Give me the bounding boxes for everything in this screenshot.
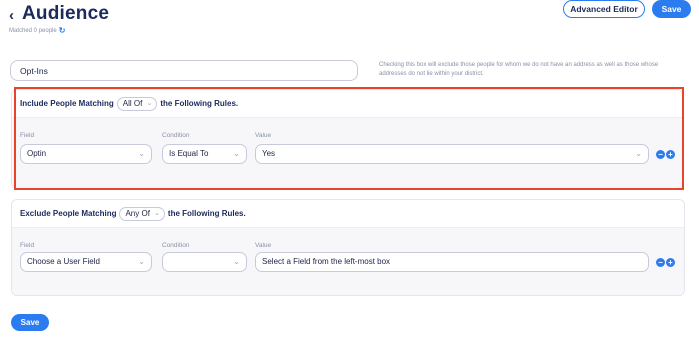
plus-circle-icon[interactable]: + bbox=[666, 150, 675, 159]
exclude-match-select[interactable]: Any Of ⌄ bbox=[119, 206, 165, 221]
advanced-editor-button[interactable]: Advanced Editor bbox=[563, 0, 645, 18]
include-rules-body: Field Condition Value Optin ⌄ Is Equal T… bbox=[12, 118, 682, 188]
include-condition-value: Is Equal To bbox=[169, 149, 209, 158]
plus-circle-icon[interactable]: + bbox=[666, 258, 675, 267]
minus-circle-icon[interactable]: − bbox=[656, 258, 665, 267]
field-label: Field bbox=[20, 242, 35, 249]
chevron-down-icon: ⌄ bbox=[138, 257, 145, 266]
audience-name-input[interactable] bbox=[10, 60, 358, 81]
chevron-down-icon: ⌄ bbox=[233, 149, 240, 158]
exclude-match-value: Any Of bbox=[125, 208, 150, 218]
minus-circle-icon[interactable]: − bbox=[656, 150, 665, 159]
include-field-value: Optin bbox=[27, 149, 47, 158]
exclude-prefix: Exclude People Matching bbox=[20, 209, 117, 218]
save-button-top[interactable]: Save bbox=[652, 0, 691, 18]
matched-count: Matched 0 people ↻ bbox=[9, 27, 66, 35]
condition-label: Condition bbox=[162, 132, 190, 139]
exclude-suffix: the Following Rules. bbox=[167, 209, 246, 218]
include-match-value: All Of bbox=[122, 98, 143, 108]
field-label: Field bbox=[20, 132, 35, 139]
include-prefix: Include People Matching bbox=[20, 99, 114, 108]
value-label: Value bbox=[255, 132, 272, 139]
include-suffix: the Following Rules. bbox=[160, 99, 239, 108]
include-rules-heading: Include People Matching All Of ⌄ the Fol… bbox=[12, 90, 682, 118]
include-field-select[interactable]: Optin ⌄ bbox=[20, 144, 152, 164]
include-value-value: Yes bbox=[262, 149, 276, 158]
chevron-down-icon: ⌄ bbox=[146, 99, 153, 107]
back-chevron-icon[interactable]: ‹ bbox=[9, 7, 14, 24]
exclude-condition-select[interactable]: ⌄ bbox=[162, 252, 247, 272]
value-label: Value bbox=[255, 242, 272, 249]
include-condition-select[interactable]: Is Equal To ⌄ bbox=[162, 144, 247, 164]
chevron-down-icon: ⌄ bbox=[138, 149, 145, 158]
exclude-value-field[interactable]: Select a Field from the left-most box bbox=[255, 252, 649, 272]
address-note: Checking this box will exclude those peo… bbox=[379, 62, 659, 77]
exclude-rules-panel: Exclude People Matching Any Of ⌄ the Fol… bbox=[11, 199, 685, 296]
exclude-field-select[interactable]: Choose a User Field ⌄ bbox=[20, 252, 152, 272]
chevron-down-icon: ⌄ bbox=[233, 257, 240, 266]
exclude-rules-heading: Exclude People Matching Any Of ⌄ the Fol… bbox=[12, 200, 684, 228]
exclude-field-value: Choose a User Field bbox=[27, 257, 100, 266]
refresh-icon[interactable]: ↻ bbox=[59, 27, 66, 35]
page-title: Audience bbox=[22, 3, 110, 24]
include-value-select[interactable]: Yes ⌄ bbox=[255, 144, 649, 164]
exclude-value-placeholder: Select a Field from the left-most box bbox=[262, 257, 391, 266]
include-match-select[interactable]: All Of ⌄ bbox=[116, 96, 158, 111]
chevron-down-icon: ⌄ bbox=[635, 149, 642, 158]
condition-label: Condition bbox=[162, 242, 190, 249]
include-rules-panel: Include People Matching All Of ⌄ the Fol… bbox=[11, 89, 683, 189]
matched-count-text: Matched 0 people bbox=[9, 28, 57, 34]
exclude-rules-body: Field Condition Value Choose a User Fiel… bbox=[12, 228, 684, 295]
chevron-down-icon: ⌄ bbox=[154, 209, 160, 217]
save-button-bottom[interactable]: Save bbox=[11, 314, 49, 331]
